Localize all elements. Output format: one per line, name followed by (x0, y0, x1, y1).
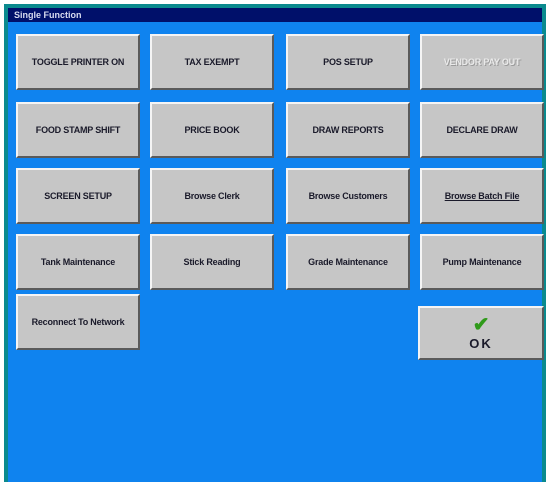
browse-customers-label: Browse Customers (308, 191, 388, 201)
window-title: Single Function (8, 8, 542, 22)
declare-draw-button[interactable]: DECLARE DRAW (420, 102, 544, 158)
browse-clerk-button[interactable]: Browse Clerk (150, 168, 274, 224)
browse-customers-button[interactable]: Browse Customers (286, 168, 410, 224)
browse-batch-file-button[interactable]: Browse Batch File (420, 168, 544, 224)
toggle-printer-label: TOGGLE PRINTER ON (31, 57, 125, 67)
vendor-pay-out-label: VENDOR PAY OUT (443, 57, 521, 67)
screen-setup-button[interactable]: SCREEN SETUP (16, 168, 140, 224)
tank-maintenance-button[interactable]: Tank Maintenance (16, 234, 140, 290)
stick-reading-button[interactable]: Stick Reading (150, 234, 274, 290)
price-book-label: PRICE BOOK (184, 125, 240, 135)
browse-clerk-label: Browse Clerk (184, 191, 240, 201)
grade-maintenance-button[interactable]: Grade Maintenance (286, 234, 410, 290)
declare-draw-label: DECLARE DRAW (446, 125, 518, 135)
screen-setup-label: SCREEN SETUP (44, 191, 112, 201)
vendor-pay-out-button[interactable]: VENDOR PAY OUT (420, 34, 544, 90)
tank-maintenance-label: Tank Maintenance (40, 257, 116, 267)
pump-maintenance-button[interactable]: Pump Maintenance (420, 234, 544, 290)
draw-reports-button[interactable]: DRAW REPORTS (286, 102, 410, 158)
reconnect-network-button[interactable]: Reconnect To Network (16, 294, 140, 350)
food-stamp-shift-button[interactable]: FOOD STAMP SHIFT (16, 102, 140, 158)
toggle-printer-button[interactable]: TOGGLE PRINTER ON (16, 34, 140, 90)
reconnect-network-label: Reconnect To Network (31, 317, 125, 327)
ok-button[interactable]: ✔ OK (418, 306, 544, 360)
food-stamp-shift-label: FOOD STAMP SHIFT (35, 125, 121, 135)
function-panel: TOGGLE PRINTER ON TAX EXEMPT POS SETUP V… (8, 22, 544, 482)
single-function-window: Single Function TOGGLE PRINTER ON TAX EX… (4, 4, 546, 482)
pos-setup-button[interactable]: POS SETUP (286, 34, 410, 90)
grade-maintenance-label: Grade Maintenance (308, 257, 388, 267)
stick-reading-label: Stick Reading (183, 257, 241, 267)
pump-maintenance-label: Pump Maintenance (442, 257, 522, 267)
browse-batch-file-label: Browse Batch File (444, 191, 520, 201)
draw-reports-label: DRAW REPORTS (312, 125, 384, 135)
tax-exempt-label: TAX EXEMPT (184, 57, 240, 67)
pos-setup-label: POS SETUP (323, 57, 373, 67)
ok-label: OK (469, 335, 493, 351)
checkmark-icon: ✔ (472, 313, 490, 336)
tax-exempt-button[interactable]: TAX EXEMPT (150, 34, 274, 90)
price-book-button[interactable]: PRICE BOOK (150, 102, 274, 158)
